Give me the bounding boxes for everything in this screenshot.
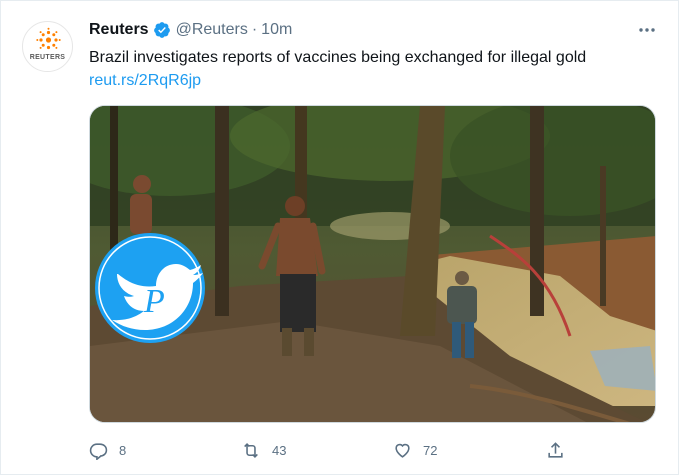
like-count: 72 xyxy=(423,442,438,458)
avatar[interactable]: REUTERS xyxy=(22,21,73,72)
retweet-count: 43 xyxy=(272,442,287,458)
tweet-link[interactable]: reut.rs/2RqR6jp xyxy=(89,70,201,92)
tweet-timestamp[interactable]: 10m xyxy=(261,21,292,39)
avatar-brand-text: REUTERS xyxy=(29,54,66,61)
reply-count: 8 xyxy=(119,442,127,458)
svg-text:P: P xyxy=(143,283,165,320)
retweet-button[interactable]: 43 xyxy=(241,438,286,462)
tweet-media-image[interactable]: P xyxy=(89,105,656,423)
more-icon xyxy=(639,28,655,32)
retweet-icon xyxy=(244,442,258,458)
verified-badge-icon xyxy=(153,21,171,39)
share-icon xyxy=(548,441,563,458)
twitter-bird-logo: P xyxy=(95,233,205,343)
tweet-card[interactable]: REUTERS Reuters @Reuters · 10m Brazil in… xyxy=(0,0,679,475)
reply-button[interactable]: 8 xyxy=(89,438,126,462)
tweet-text: Brazil investigates reports of vaccines … xyxy=(89,49,587,66)
share-button[interactable] xyxy=(546,438,565,462)
heart-icon xyxy=(395,443,410,458)
like-button[interactable]: 72 xyxy=(393,438,437,462)
header-separator: · xyxy=(251,21,258,38)
author-name[interactable]: Reuters xyxy=(89,21,149,39)
reuters-logo-icon xyxy=(36,27,61,50)
reply-icon xyxy=(89,442,108,460)
author-handle[interactable]: @Reuters xyxy=(176,21,248,39)
tweet-header: Reuters @Reuters · 10m xyxy=(89,19,292,41)
more-options-button[interactable] xyxy=(636,21,658,39)
forest-mining-photo: P xyxy=(90,106,655,422)
tweet-actions: 8 43 72 xyxy=(89,438,569,462)
